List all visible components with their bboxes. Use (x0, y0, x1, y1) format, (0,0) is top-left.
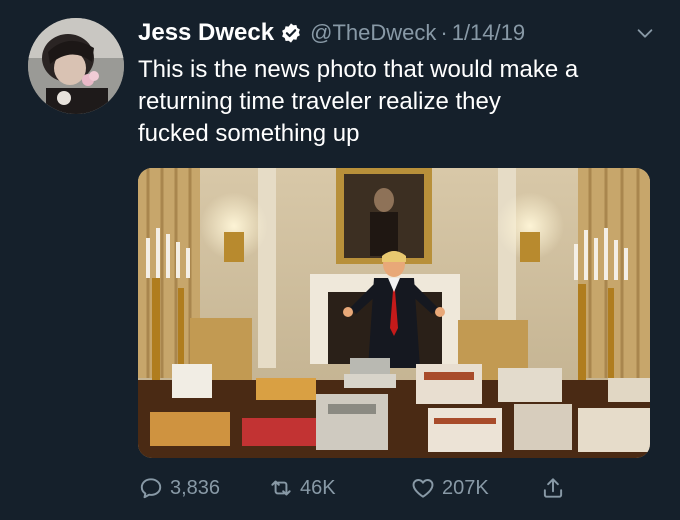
like-icon (412, 479, 434, 498)
share-icon (543, 478, 563, 498)
like-count: 207K (442, 476, 489, 499)
like-button[interactable]: 207K (410, 470, 489, 506)
avatar-image (28, 18, 124, 114)
retweet-button[interactable]: 46K (268, 470, 336, 506)
retweet-icon (271, 480, 291, 496)
display-name[interactable]: Jess Dweck (138, 19, 274, 47)
tweet-text: This is the news photo that would make a… (138, 56, 579, 147)
verified-badge-icon (280, 22, 302, 44)
separator-dot: · (440, 20, 448, 45)
avatar[interactable] (28, 18, 124, 114)
chevron-down-icon[interactable] (634, 22, 656, 44)
user-handle[interactable]: @TheDweck (310, 20, 436, 46)
news-photo[interactable] (138, 168, 650, 458)
tweet-header: Jess Dweck @TheDweck · 1/14/19 (138, 16, 660, 50)
reply-icon (140, 478, 162, 499)
tweet-actions: 3,836 46K 207K (138, 470, 650, 506)
tweet-date[interactable]: 1/14/19 (452, 20, 525, 46)
share-button[interactable] (540, 470, 572, 506)
retweet-count: 46K (300, 476, 336, 499)
reply-button[interactable]: 3,836 (138, 470, 220, 506)
reply-count: 3,836 (170, 476, 221, 499)
